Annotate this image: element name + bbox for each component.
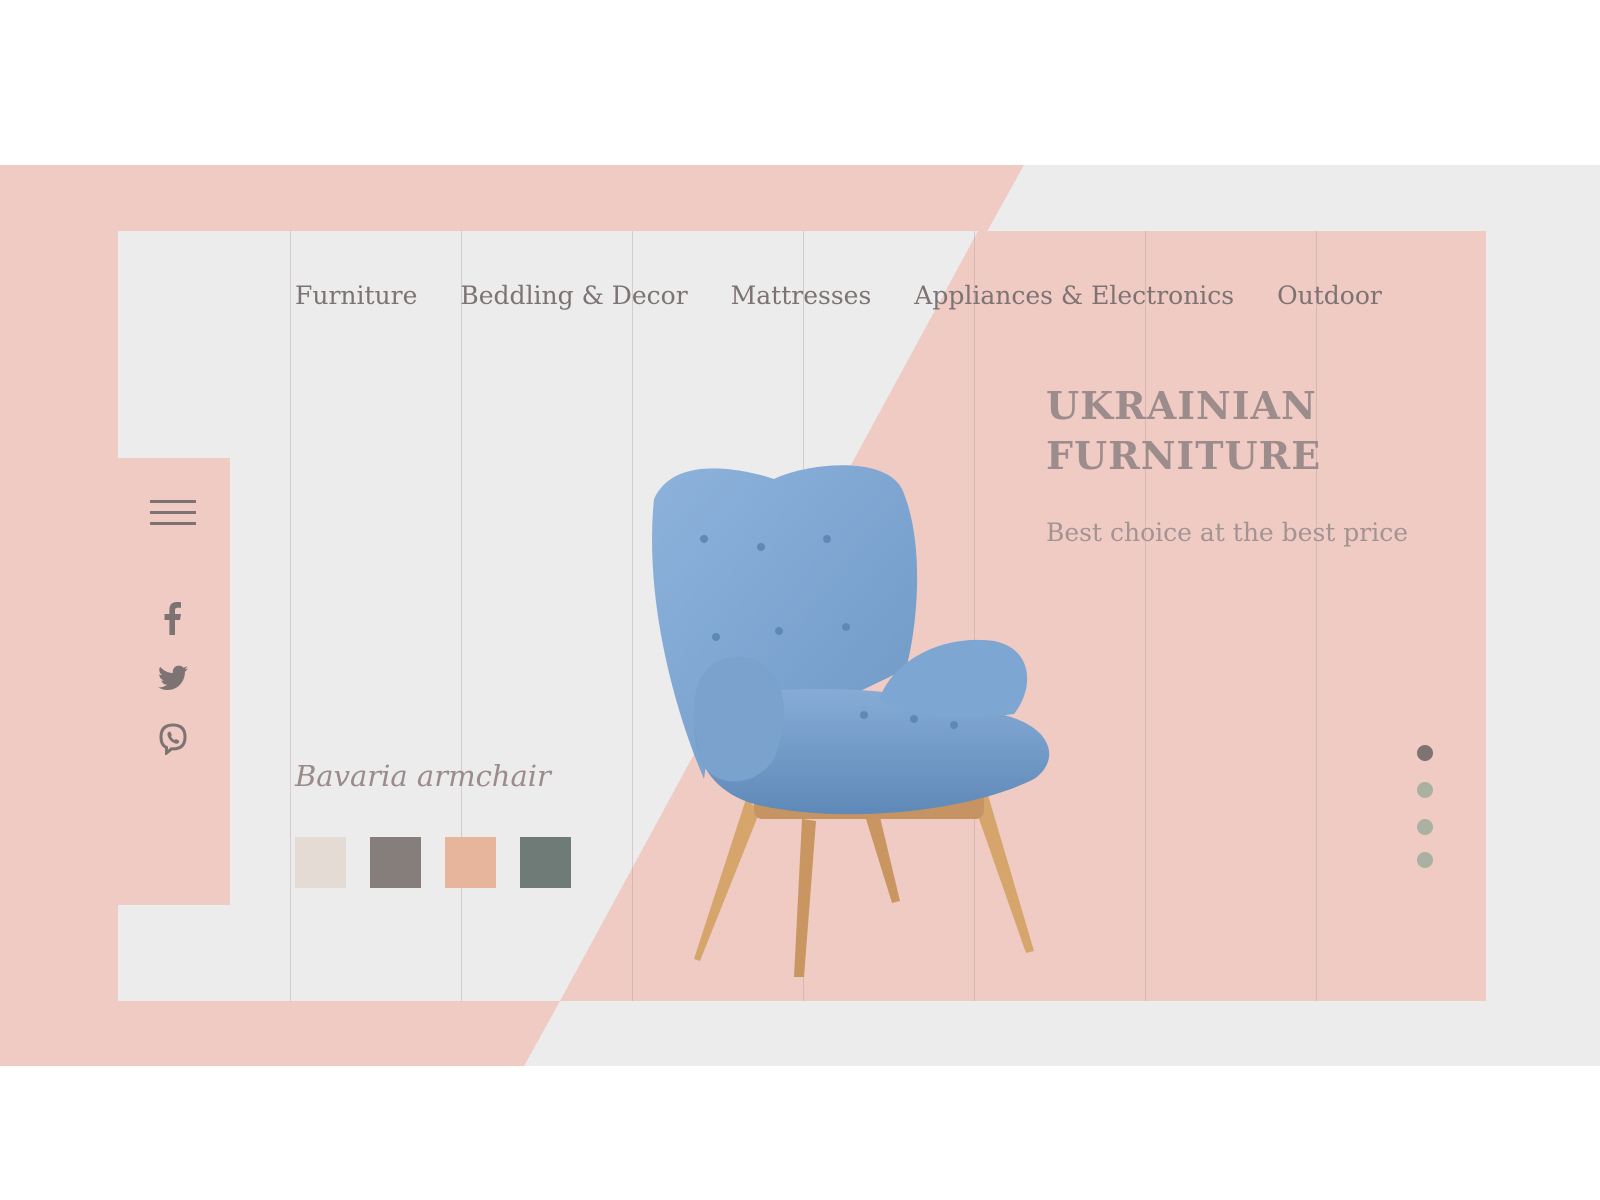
color-swatch-slate[interactable] — [520, 837, 571, 888]
hamburger-menu-icon[interactable] — [150, 500, 196, 536]
sidebar — [118, 458, 230, 905]
main-nav: Furniture Beddling & Decor Mattresses Ap… — [295, 275, 1382, 315]
grid-guide-line — [632, 231, 633, 1001]
hero-card: Furniture Beddling & Decor Mattresses Ap… — [118, 231, 1486, 1001]
hero-title-line1: UKRAINIAN — [1046, 383, 1317, 428]
pagination-dot[interactable] — [1417, 745, 1433, 761]
twitter-icon[interactable] — [158, 665, 188, 695]
nav-item-mattresses[interactable]: Mattresses — [731, 281, 872, 310]
armchair-image — [634, 459, 1054, 983]
color-swatches — [295, 837, 595, 888]
grid-guide-line — [1316, 231, 1317, 1001]
product-name: Bavaria armchair — [295, 759, 551, 793]
slider-pagination — [1417, 745, 1433, 889]
nav-item-bedding-decor[interactable]: Beddling & Decor — [460, 281, 687, 310]
facebook-icon[interactable] — [158, 601, 188, 635]
hero-subtitle: Best choice at the best price — [1046, 518, 1409, 547]
color-swatch-taupe[interactable] — [370, 837, 421, 888]
grid-guide-line — [1145, 231, 1146, 1001]
nav-item-outdoor[interactable]: Outdoor — [1277, 281, 1382, 310]
pagination-dot[interactable] — [1417, 782, 1433, 798]
nav-item-appliances-electronics[interactable]: Appliances & Electronics — [914, 281, 1234, 310]
hero-title-line2: FURNITURE — [1046, 433, 1322, 478]
color-swatch-peach[interactable] — [445, 837, 496, 888]
pagination-dot[interactable] — [1417, 852, 1433, 868]
banner-background: Furniture Beddling & Decor Mattresses Ap… — [0, 165, 1600, 1066]
viber-icon[interactable] — [158, 723, 188, 757]
hero-title: UKRAINIAN FURNITURE — [1046, 381, 1321, 481]
grid-guide-line — [290, 231, 291, 1001]
nav-item-furniture[interactable]: Furniture — [295, 281, 417, 310]
pagination-dot[interactable] — [1417, 819, 1433, 835]
color-swatch-beige[interactable] — [295, 837, 346, 888]
